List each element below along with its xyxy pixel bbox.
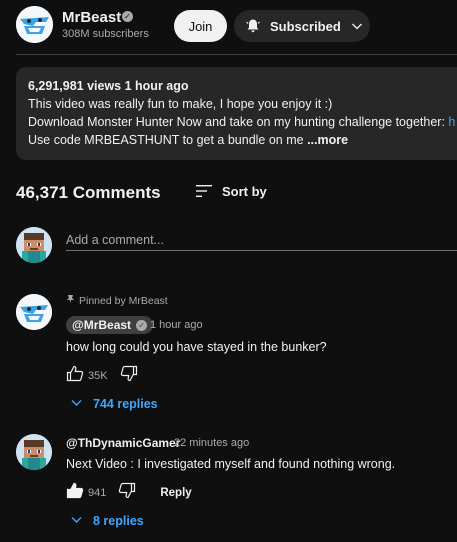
channel-avatar[interactable]: [16, 6, 53, 43]
user-avatar: [16, 227, 52, 263]
description-text: Use code MRBEASTHUNT to get a bundle on …: [28, 133, 304, 147]
verified-icon: ✓: [122, 11, 133, 22]
view-replies-button[interactable]: 744 replies: [70, 396, 158, 412]
like-count: 941: [88, 487, 107, 499]
mrbeast-logo-icon: [16, 6, 53, 43]
subscribed-label: Subscribed: [270, 18, 341, 34]
pin-icon: [66, 294, 75, 307]
verified-icon: ✓: [136, 319, 148, 331]
subscriber-count: 308M subscribers: [62, 28, 149, 40]
description-link[interactable]: h: [448, 115, 455, 129]
like-count: 35K: [88, 370, 108, 382]
comment-time[interactable]: 1 hour ago: [150, 319, 203, 331]
comment-text: Next Video : I investigated myself and f…: [66, 457, 396, 471]
description-text: Download Monster Hunter Now and take on …: [28, 115, 449, 129]
comment-avatar[interactable]: [16, 294, 52, 330]
description-line: Use code MRBEASTHUNT to get a bundle on …: [28, 133, 348, 147]
sort-icon[interactable]: [195, 183, 213, 199]
replies-count: 744 replies: [93, 397, 158, 411]
sort-by-button[interactable]: Sort by: [222, 184, 267, 199]
view-replies-button[interactable]: 8 replies: [70, 513, 144, 529]
comment-avatar[interactable]: [16, 434, 52, 470]
comment-text: how long could you have stayed in the bu…: [66, 340, 327, 354]
chevron-down-icon: [350, 19, 364, 33]
description-line: Download Monster Hunter Now and take on …: [28, 115, 455, 129]
comment-actions: 941 Reply: [66, 482, 192, 504]
dislike-icon[interactable]: [118, 482, 136, 504]
chevron-down-icon: [70, 513, 83, 529]
description-box[interactable]: 6,291,981 views 1 hour ago This video wa…: [16, 67, 457, 160]
mrbeast-logo-icon: [16, 294, 52, 330]
reply-button[interactable]: Reply: [160, 487, 191, 499]
replies-count: 8 replies: [93, 514, 144, 528]
divider: [16, 54, 457, 55]
subscribed-button[interactable]: Subscribed: [234, 10, 370, 42]
comment-time[interactable]: 22 minutes ago: [174, 437, 249, 449]
comment-actions: 35K: [66, 365, 138, 387]
bell-icon: [244, 17, 262, 35]
dislike-icon[interactable]: [120, 365, 138, 387]
comment-author[interactable]: @MrBeast ✓: [66, 316, 154, 334]
author-name: @MrBeast: [72, 318, 132, 332]
add-comment-input[interactable]: [66, 230, 457, 251]
like-icon[interactable]: [66, 365, 84, 387]
chevron-down-icon: [70, 396, 83, 412]
view-count-and-date: 6,291,981 views 1 hour ago: [28, 79, 189, 93]
pinned-label: Pinned by MrBeast: [79, 294, 168, 307]
like-icon[interactable]: [66, 482, 84, 504]
pinned-indicator: Pinned by MrBeast: [66, 294, 168, 307]
show-more-button[interactable]: ...more: [307, 133, 348, 147]
comments-count: 46,371 Comments: [16, 183, 161, 202]
channel-name[interactable]: MrBeast: [62, 9, 121, 26]
join-button[interactable]: Join: [174, 10, 227, 42]
comment-author[interactable]: @ThDynamicGamer: [66, 436, 180, 450]
description-line: This video was really fun to make, I hop…: [28, 97, 333, 111]
